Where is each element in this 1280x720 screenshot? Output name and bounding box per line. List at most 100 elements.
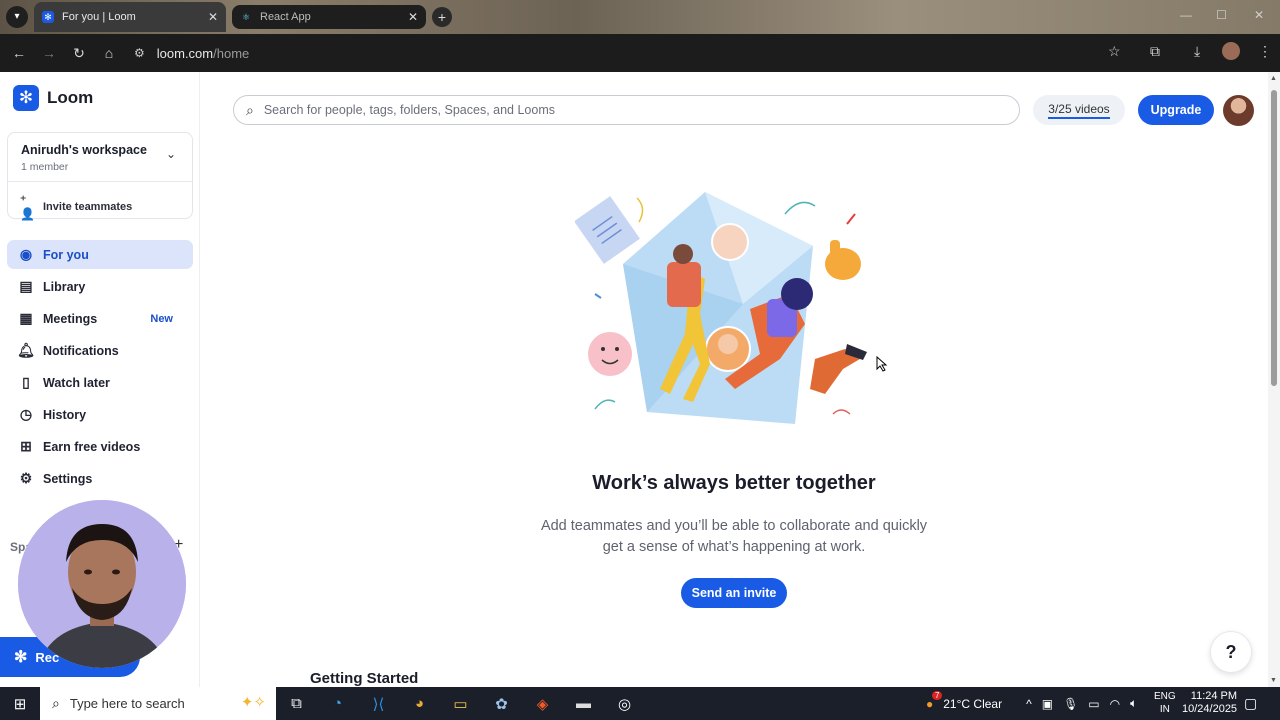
- taskbar-search-input[interactable]: ⌕ Type here to search ✦✧: [40, 687, 276, 720]
- download-icon[interactable]: ⤓: [1194, 43, 1200, 60]
- maximize-icon[interactable]: ☐: [1216, 8, 1227, 22]
- page-scrollbar[interactable]: ▲ ▼: [1268, 72, 1280, 687]
- scroll-down-icon[interactable]: ▼: [1270, 677, 1277, 684]
- new-tab-button[interactable]: +: [432, 7, 452, 27]
- help-button[interactable]: ?: [1210, 631, 1252, 673]
- loom-favicon-icon: ✻: [42, 11, 54, 23]
- search-input[interactable]: ⌕ Search for people, tags, folders, Spac…: [233, 95, 1020, 125]
- battery-icon[interactable]: ▭: [1088, 697, 1099, 711]
- loom-logo[interactable]: ✻ Loom: [13, 85, 93, 111]
- close-tab-icon[interactable]: ✕: [408, 10, 418, 24]
- minimize-icon[interactable]: —: [1180, 8, 1192, 22]
- task-view-icon[interactable]: ⧉: [276, 695, 317, 712]
- chevron-down-icon[interactable]: ⌄: [166, 147, 176, 161]
- team-illustration: [575, 192, 867, 424]
- notification-center-icon[interactable]: ▢: [1244, 695, 1257, 712]
- library-icon: ▤: [19, 278, 33, 294]
- bell-icon: 🔔︎: [17, 342, 35, 358]
- workspace-members: 1 member: [21, 161, 69, 173]
- language-indicator[interactable]: ENG IN: [1154, 690, 1176, 716]
- microphone-icon[interactable]: 🎙︎: [1063, 697, 1078, 711]
- vscode-icon[interactable]: ⟩⟨: [358, 695, 399, 713]
- tab-react-app[interactable]: ⚛ React App ✕: [232, 5, 426, 29]
- menu-kebab-icon[interactable]: ⋮: [1258, 43, 1272, 60]
- back-icon[interactable]: ←: [4, 45, 34, 61]
- sidebar-nav: ◉ For you ▤ Library ▦ Meetings New 🔔︎ No…: [7, 240, 193, 496]
- main-content: ⌕ Search for people, tags, folders, Spac…: [200, 72, 1268, 687]
- tab-title: For you | Loom: [62, 11, 136, 23]
- url-host: loom.com: [156, 45, 214, 61]
- sidebar-item-label: Notifications: [43, 343, 119, 358]
- file-explorer-icon[interactable]: ▭: [440, 695, 481, 713]
- search-icon: ⌕: [246, 101, 254, 118]
- weather-text: 21°C Clear: [943, 696, 1003, 711]
- site-info-icon[interactable]: ⚙: [134, 46, 145, 60]
- sidebar-item-label: For you: [43, 247, 89, 262]
- react-favicon-icon: ⚛: [241, 11, 251, 22]
- sidebar-item-library[interactable]: ▤ Library: [7, 272, 193, 301]
- gift-icon: ⊞: [20, 438, 32, 454]
- bookmark-icon: ▯: [22, 374, 30, 390]
- edge-icon[interactable]: ◔: [317, 695, 358, 712]
- browser-tab-strip: ▾ ✻ For you | Loom ✕ ⚛ React App ✕ + — ☐…: [0, 0, 1280, 34]
- sidebar-item-label: Watch later: [43, 375, 110, 390]
- avatar[interactable]: [1223, 95, 1254, 126]
- date: 10/24/2025: [1182, 703, 1238, 715]
- brave-icon[interactable]: ◈: [522, 695, 563, 713]
- mouse-cursor-icon: [876, 356, 888, 372]
- send-invite-button[interactable]: Send an invite: [681, 578, 787, 608]
- lang-bottom: IN: [1159, 704, 1170, 715]
- lang-top: ENG: [1154, 691, 1176, 702]
- weather-icon[interactable]: ● 7: [926, 690, 943, 711]
- upgrade-button[interactable]: Upgrade: [1138, 95, 1214, 125]
- volume-icon[interactable]: 🔈︎: [1130, 696, 1137, 711]
- sidebar-item-earn-free-videos[interactable]: ⊞ Earn free videos: [7, 432, 193, 461]
- quota-label: 3/25 videos: [1048, 102, 1110, 119]
- close-window-icon[interactable]: ✕: [1254, 8, 1264, 22]
- tab-search-icon[interactable]: ▾: [6, 6, 28, 28]
- clock[interactable]: 11:24 PM 10/24/2025: [1182, 690, 1237, 716]
- loom-logo-icon: ✻: [14, 649, 28, 666]
- camera-bubble[interactable]: [18, 500, 186, 668]
- new-badge: New: [150, 312, 173, 325]
- wifi-icon[interactable]: ◠: [1110, 697, 1120, 711]
- profile-avatar[interactable]: [1222, 42, 1240, 60]
- webcam-person-image: [18, 500, 186, 668]
- sidebar-item-label: History: [43, 407, 87, 422]
- bookmark-star-icon[interactable]: ☆: [1108, 43, 1121, 60]
- tab-loom[interactable]: ✻ For you | Loom ✕: [34, 2, 226, 32]
- weather-badge: 7: [932, 690, 943, 700]
- home-icon[interactable]: ⌂: [94, 45, 124, 61]
- scroll-up-icon[interactable]: ▲: [1270, 75, 1277, 82]
- windows-start-icon[interactable]: ⊞: [0, 695, 40, 713]
- invite-teammates-link[interactable]: ⁺👤 Invite teammates: [20, 193, 132, 221]
- app-icon[interactable]: ✿: [481, 695, 522, 713]
- sidebar-item-watch-later[interactable]: ▯ Watch later: [7, 368, 193, 397]
- scrollbar-thumb[interactable]: [1271, 90, 1277, 386]
- terminal-icon[interactable]: ▬: [563, 695, 604, 712]
- empty-state-subtext: Add teammates and you’ll be able to coll…: [540, 518, 928, 555]
- logo-text: Loom: [47, 88, 94, 107]
- chrome-icon[interactable]: ◕: [399, 695, 440, 712]
- obs-icon[interactable]: ◎: [604, 695, 645, 713]
- add-user-icon: ⁺👤: [20, 193, 35, 221]
- sidebar-item-notifications[interactable]: 🔔︎ Notifications: [7, 336, 193, 365]
- sidebar-item-settings[interactable]: ⚙ Settings: [7, 464, 193, 493]
- close-tab-icon[interactable]: ✕: [208, 10, 218, 24]
- camera-tray-icon[interactable]: ▣: [1042, 697, 1053, 711]
- forward-icon[interactable]: →: [34, 45, 64, 61]
- sidebar-item-history[interactable]: ◷ History: [7, 400, 193, 429]
- sidebar-item-label: Library: [43, 279, 86, 294]
- workspace-switcher[interactable]: Anirudh's workspace 1 member ⌄ ⁺👤 Invite…: [7, 132, 193, 221]
- invite-label: Invite teammates: [43, 201, 133, 213]
- extensions-icon[interactable]: ⧉: [1150, 43, 1160, 60]
- chevron-up-icon[interactable]: ^: [1026, 697, 1032, 711]
- sidebar-item-meetings[interactable]: ▦ Meetings New: [7, 304, 193, 333]
- search-icon: ⌕: [52, 695, 60, 711]
- tab-title: React App: [260, 11, 311, 23]
- video-quota[interactable]: 3/25 videos: [1033, 95, 1125, 125]
- system-tray: ● 7 21°C Clear ^ ▣ 🎙︎ ▭ ◠ 🔈︎: [926, 687, 1147, 720]
- address-bar[interactable]: ⚙ loom.com/home: [134, 39, 1134, 67]
- reload-icon[interactable]: ↻: [64, 45, 94, 62]
- sidebar-item-for-you[interactable]: ◉ For you: [7, 240, 193, 269]
